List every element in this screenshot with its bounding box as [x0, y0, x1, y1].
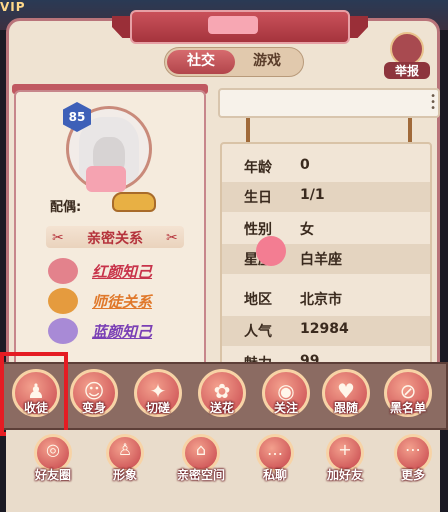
- friends-circle-button[interactable]: ◎ 好友圈: [24, 434, 80, 490]
- nav-label: 形象: [112, 468, 137, 482]
- nav-label: 更多: [400, 468, 425, 482]
- couple-icon: [48, 318, 78, 344]
- info-key: 人气: [244, 324, 272, 340]
- table-row: 星座 白羊座: [222, 244, 430, 274]
- transform-button[interactable]: ☺ 变身: [66, 369, 122, 425]
- book-icon: [390, 32, 424, 66]
- info-value: 女: [300, 222, 314, 238]
- info-value: 北京市: [300, 292, 342, 308]
- action-label: 关注: [273, 401, 298, 415]
- tab-social[interactable]: 社交: [167, 50, 235, 74]
- info-key: 生日: [244, 190, 272, 206]
- redacted-mark: [86, 166, 126, 192]
- info-value: 1/1: [300, 187, 325, 203]
- relation-item[interactable]: 蓝颜知己: [48, 318, 198, 344]
- nav-label: 亲密空间: [176, 468, 225, 482]
- more-button[interactable]: ⋯ 更多: [384, 434, 440, 490]
- shirt-icon: ♙: [117, 440, 133, 459]
- action-label: 变身: [81, 401, 106, 415]
- signature-box[interactable]: • • •: [218, 88, 440, 118]
- home-icon: ⌂: [195, 440, 207, 459]
- appearance-button[interactable]: ♙ 形象: [96, 434, 152, 490]
- info-value: 12984: [300, 321, 349, 337]
- relations-title: 亲密关系: [87, 231, 143, 247]
- tab-game[interactable]: 游戏: [233, 50, 301, 74]
- action-label: 黑名单: [389, 401, 426, 415]
- chat-icon: …: [267, 440, 283, 459]
- nav-label: 私聊: [262, 468, 287, 482]
- relation-label: 师徒关系: [92, 293, 153, 311]
- more-icon: ⋯: [405, 440, 421, 459]
- relation-label: 蓝颜知己: [92, 323, 153, 341]
- action-label: 切磋: [145, 401, 170, 415]
- follow-button[interactable]: ◉ 关注: [258, 369, 314, 425]
- relation-item[interactable]: 红颜知己: [48, 258, 198, 284]
- blacklist-button[interactable]: ⊘ 黑名单: [380, 369, 436, 425]
- report-label: 举报: [384, 62, 430, 79]
- relation-item[interactable]: 师徒关系: [48, 288, 198, 314]
- info-key: 地区: [244, 292, 272, 308]
- info-value: 0: [300, 157, 310, 173]
- table-row: 性别 女: [222, 214, 430, 244]
- info-value: 白羊座: [300, 252, 342, 268]
- plus-icon: +: [338, 440, 352, 459]
- spouse-label: 配偶:: [50, 200, 82, 215]
- tab-switcher: 社交 游戏: [164, 47, 304, 77]
- info-key: 年龄: [244, 160, 272, 176]
- table-row: 年龄 0: [222, 152, 430, 182]
- intimate-space-button[interactable]: ⌂ 亲密空间: [172, 434, 228, 490]
- circle-icon: ◎: [46, 440, 60, 459]
- nav-label: 加好友: [326, 468, 363, 482]
- action-label: 送花: [209, 401, 234, 415]
- relation-label: 红颜知己: [92, 263, 153, 281]
- highlight-box: [0, 352, 68, 436]
- more-icon: • • •: [430, 91, 436, 114]
- player-name-redacted: [208, 16, 258, 34]
- table-row: 生日 1/1: [222, 182, 430, 212]
- table-row: 地区 北京市: [222, 284, 430, 314]
- action-label: 跟随: [333, 401, 358, 415]
- send-flower-button[interactable]: ✿ 送花: [194, 369, 250, 425]
- table-row: 人气 12984: [222, 316, 430, 346]
- spar-button[interactable]: ✦ 切磋: [130, 369, 186, 425]
- report-button[interactable]: 举报: [384, 32, 430, 80]
- accompany-button[interactable]: ♥ 跟随: [318, 369, 374, 425]
- mentor-icon: [48, 288, 78, 314]
- nav-label: 好友圈: [34, 468, 71, 482]
- add-friend-button[interactable]: + 加好友: [316, 434, 372, 490]
- touch-indicator: [256, 236, 286, 266]
- spouse-hat-icon[interactable]: [112, 192, 156, 212]
- private-chat-button[interactable]: … 私聊: [246, 434, 302, 490]
- couple-icon: [48, 258, 78, 284]
- info-table: 年龄 0 生日 1/1 性别 女 星座 白羊座 地区 北京市 人气 12984 …: [220, 142, 432, 382]
- vip-label: VIP: [0, 0, 26, 14]
